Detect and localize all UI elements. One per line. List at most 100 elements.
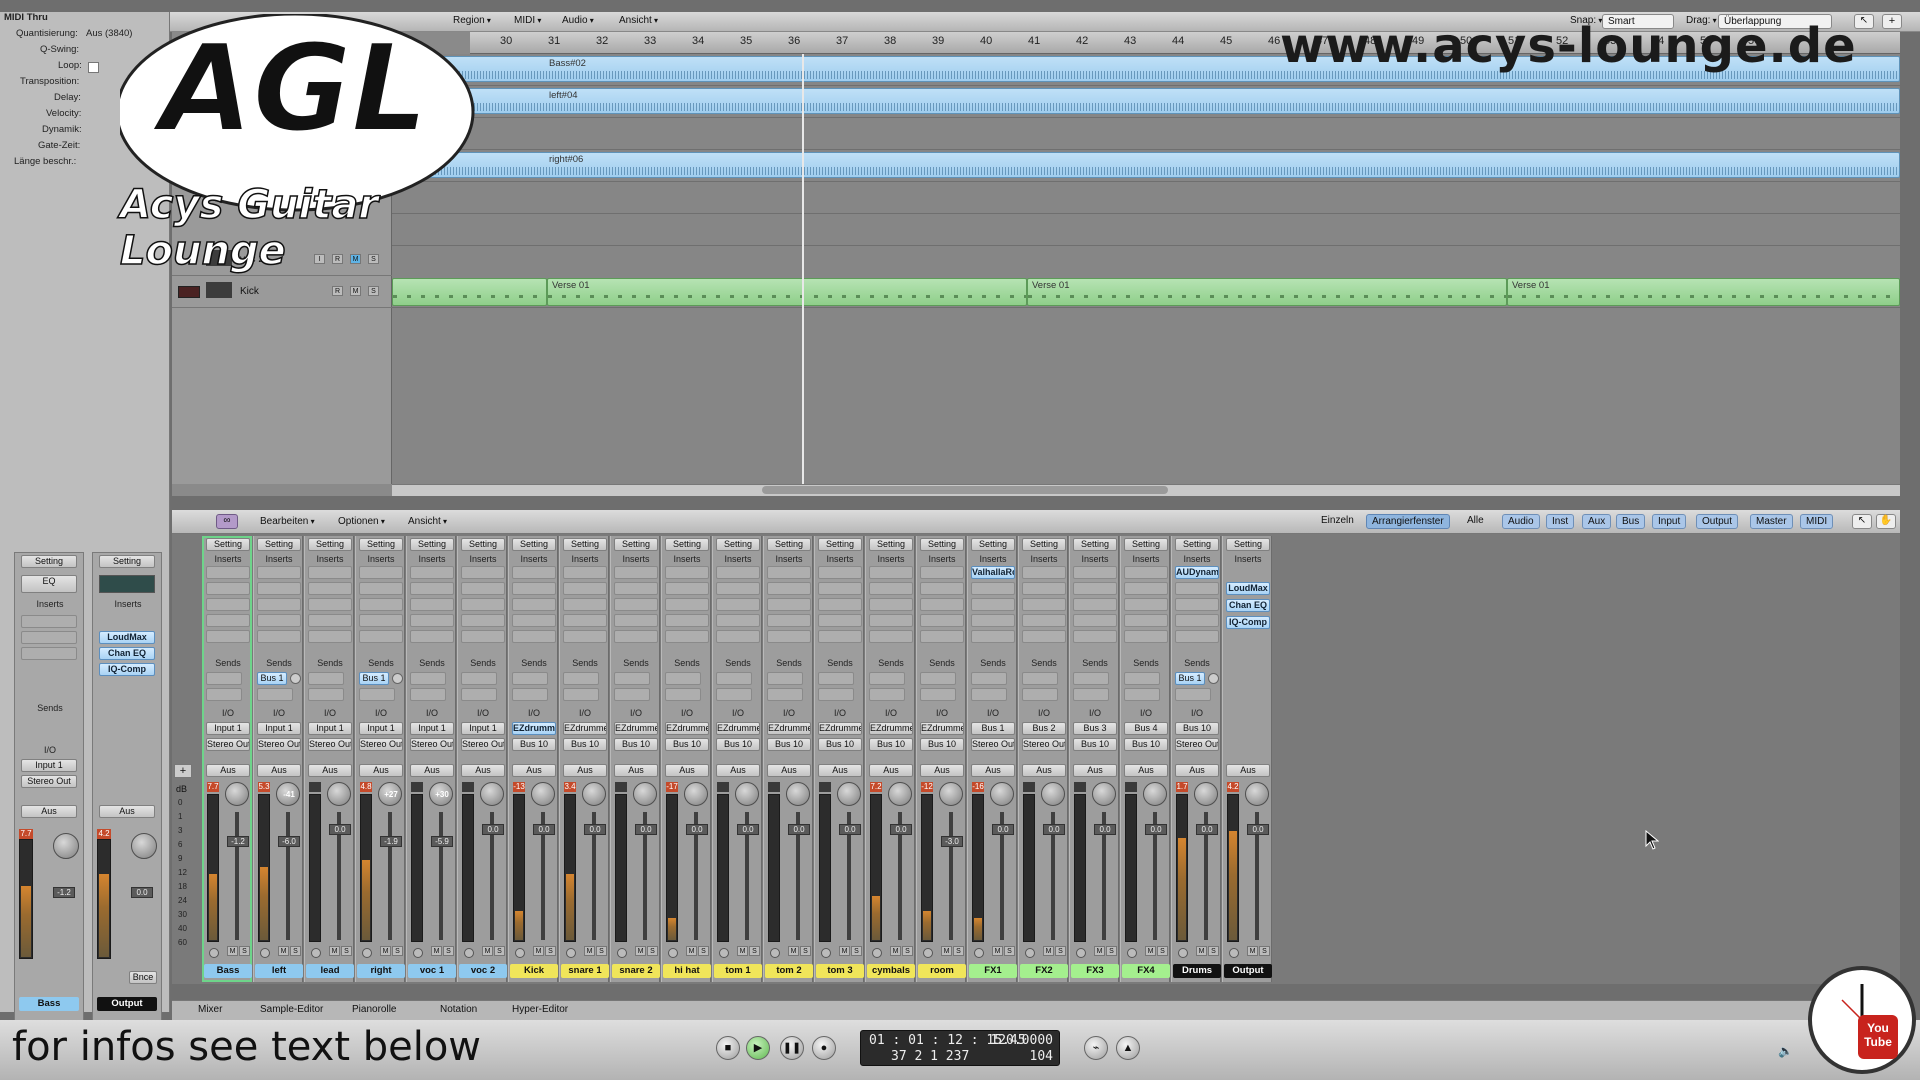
output-select[interactable]: Stereo Out xyxy=(971,738,1015,751)
solo-button[interactable]: S xyxy=(698,946,709,956)
insert-slot[interactable] xyxy=(920,582,964,595)
automation-select[interactable]: Aus xyxy=(716,764,760,777)
send-slot[interactable] xyxy=(665,688,701,701)
record-enable-button[interactable] xyxy=(1127,948,1137,958)
channel-strip[interactable]: Setting Inserts AUDynami Sends Bus 1 I/O Bus 1… xyxy=(1171,536,1221,982)
insert-slot[interactable] xyxy=(716,630,760,643)
fader-track[interactable] xyxy=(439,812,443,940)
pan-knob[interactable] xyxy=(837,782,861,806)
send-slot[interactable] xyxy=(308,688,344,701)
record-enable-button[interactable] xyxy=(872,948,882,958)
solo-button[interactable]: S xyxy=(392,946,403,956)
pause-button[interactable]: ❚❚ xyxy=(780,1036,804,1060)
insert-slot[interactable] xyxy=(971,614,1015,627)
pan-knob[interactable] xyxy=(1092,782,1116,806)
insert-slot[interactable] xyxy=(1124,630,1168,643)
track-header[interactable]: Kick R M S xyxy=(172,276,392,308)
solo-button[interactable]: S xyxy=(953,946,964,956)
midi-region[interactable]: Verse 01 xyxy=(1027,278,1507,306)
input-select[interactable]: Bus 10 xyxy=(1175,722,1219,735)
insert-slot[interactable] xyxy=(512,598,556,611)
setting-button[interactable]: Setting xyxy=(614,538,658,551)
plugin-slot[interactable]: AUDynami xyxy=(1175,566,1219,579)
loop-checkbox[interactable] xyxy=(88,62,99,73)
setting-button[interactable]: Setting xyxy=(99,555,155,568)
fader-value[interactable]: -1.2 xyxy=(227,836,249,847)
mute-button[interactable]: M xyxy=(1196,946,1207,956)
automation-select[interactable]: Aus xyxy=(920,764,964,777)
send-slot[interactable] xyxy=(1124,672,1160,685)
fader-track[interactable] xyxy=(286,812,290,940)
insert-slot[interactable] xyxy=(359,598,403,611)
fader-value[interactable]: 0.0 xyxy=(584,824,606,835)
insert-slot[interactable] xyxy=(716,614,760,627)
send-slot[interactable] xyxy=(1022,672,1058,685)
input-select[interactable]: Bus 4 xyxy=(1124,722,1168,735)
insert-slot[interactable] xyxy=(206,598,250,611)
input-select[interactable]: EZdrumme xyxy=(869,722,913,735)
fader-value[interactable]: -1.2 xyxy=(53,887,75,898)
send-level-knob[interactable] xyxy=(392,673,403,684)
channel-strip[interactable]: Setting Inserts Sends I/O EZdrumme Bus 10 Aus 3… xyxy=(559,536,609,982)
insert-slot[interactable] xyxy=(1124,614,1168,627)
menu-audio[interactable]: Audio xyxy=(562,15,594,26)
type-audio[interactable]: Audio xyxy=(1502,514,1540,529)
menu-ansicht-mixer[interactable]: Ansicht xyxy=(408,516,447,527)
midi-region[interactable]: Verse 01 xyxy=(1507,278,1900,306)
setting-button[interactable]: Setting xyxy=(308,538,352,551)
channel-name[interactable]: snare 1 xyxy=(561,964,609,978)
send-slot[interactable] xyxy=(1124,688,1160,701)
plugin-slot[interactable]: LoudMax xyxy=(99,631,155,644)
automation-select[interactable]: Aus xyxy=(359,764,403,777)
fader-value[interactable]: 0.0 xyxy=(788,824,810,835)
send-slot[interactable] xyxy=(665,672,701,685)
input-select[interactable]: EZdrumme xyxy=(665,722,709,735)
mute-button[interactable]: M xyxy=(686,946,697,956)
record-enable-button[interactable] xyxy=(617,948,627,958)
output-select[interactable]: Bus 10 xyxy=(767,738,811,751)
solo-button[interactable]: S xyxy=(545,946,556,956)
solo-button[interactable]: S xyxy=(749,946,760,956)
channel-strip[interactable]: Setting Inserts Sends I/O EZdrumme Bus 10 Aus 0… xyxy=(763,536,813,982)
insert-slot[interactable] xyxy=(257,614,301,627)
insert-slot[interactable] xyxy=(665,566,709,579)
replace-button[interactable]: ⌁ xyxy=(1084,1036,1108,1060)
record-enable-button[interactable] xyxy=(566,948,576,958)
pan-knob[interactable]: +30 xyxy=(429,782,453,806)
record-enable-button[interactable] xyxy=(515,948,525,958)
menu-bearbeiten[interactable]: Bearbeiten xyxy=(260,516,315,527)
link-icon[interactable]: ∞ xyxy=(216,514,238,529)
insert-slot[interactable] xyxy=(869,566,913,579)
mute-button[interactable]: M xyxy=(1247,946,1258,956)
setting-button[interactable]: Setting xyxy=(1175,538,1219,551)
send-slot[interactable] xyxy=(920,672,956,685)
mute-button[interactable]: M xyxy=(1145,946,1156,956)
mute-button[interactable]: M xyxy=(482,946,493,956)
fader-value[interactable]: 0.0 xyxy=(1196,824,1218,835)
pan-knob[interactable] xyxy=(131,833,157,859)
insert-slot[interactable] xyxy=(563,566,607,579)
mute-button[interactable]: M xyxy=(1094,946,1105,956)
record-enable-button[interactable] xyxy=(974,948,984,958)
mute-button[interactable]: M xyxy=(350,286,361,296)
automation-select[interactable]: Aus xyxy=(512,764,556,777)
stop-button[interactable]: ■ xyxy=(716,1036,740,1060)
automation-select[interactable]: Aus xyxy=(461,764,505,777)
insert-slot[interactable] xyxy=(410,630,454,643)
channel-strip[interactable]: Setting Inserts Sends I/O EZdrumme Bus 10 Aus 0… xyxy=(712,536,762,982)
insert-slot[interactable] xyxy=(257,582,301,595)
send-slot[interactable] xyxy=(461,688,497,701)
channel-strip[interactable]: Setting Inserts Sends Bus 1 I/O Input 1 Stereo… xyxy=(355,536,405,982)
menu-optionen[interactable]: Optionen xyxy=(338,516,385,527)
channel-strip[interactable]: Setting Inserts Sends I/O EZdrumme Bus 10 Aus 7… xyxy=(865,536,915,982)
insert-slot[interactable] xyxy=(665,598,709,611)
send-slot[interactable] xyxy=(206,672,242,685)
output-select[interactable]: Stereo Out xyxy=(257,738,301,751)
output-select[interactable]: Stereo Out xyxy=(1022,738,1066,751)
channel-name[interactable]: tom 1 xyxy=(714,964,762,978)
send-slot[interactable] xyxy=(410,672,446,685)
solo-button[interactable]: S xyxy=(368,286,379,296)
output-select[interactable]: Stereo Out xyxy=(359,738,403,751)
insert-slot[interactable] xyxy=(1175,598,1219,611)
solo-button[interactable]: S xyxy=(494,946,505,956)
